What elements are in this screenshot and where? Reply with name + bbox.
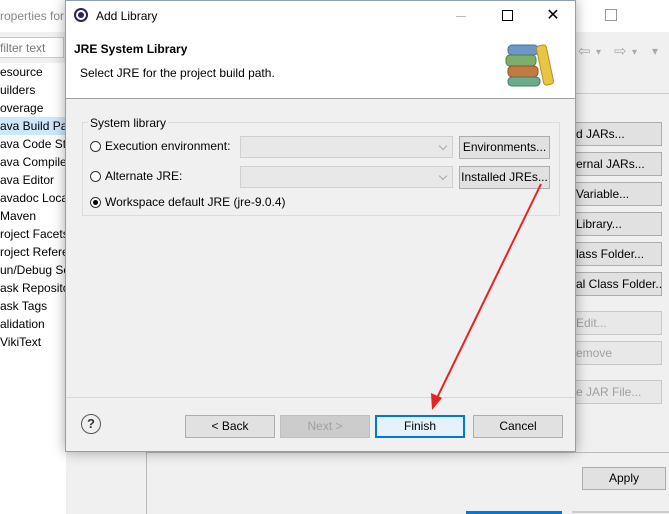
- forward-arrow-icon[interactable]: ⇨: [614, 42, 627, 60]
- cancel-button[interactable]: Cancel: [473, 415, 563, 438]
- tree-item-java-build-path[interactable]: ava Build Pat: [0, 117, 71, 135]
- tree-item-run-debug-settings[interactable]: un/Debug Se: [0, 261, 70, 279]
- divider: [66, 98, 575, 99]
- remove-button[interactable]: emove: [576, 341, 662, 365]
- alternate-jre-select[interactable]: [240, 166, 453, 188]
- filter-placeholder: filter text: [0, 41, 46, 55]
- add-jars-button[interactable]: d JARs...: [576, 122, 662, 146]
- back-dropdown-icon[interactable]: ▾: [596, 47, 601, 58]
- eclipse-icon: [74, 8, 88, 22]
- alternate-jre-label[interactable]: Alternate JRE:: [105, 169, 182, 183]
- divider: [576, 93, 669, 94]
- close-button[interactable]: ✕: [530, 1, 576, 31]
- divider: [146, 452, 669, 453]
- help-icon[interactable]: ?: [81, 414, 101, 434]
- execution-environment-radio[interactable]: [90, 141, 101, 152]
- add-external-class-folder-button[interactable]: al Class Folder...: [576, 272, 662, 296]
- tree-item-java-editor[interactable]: ava Editor: [0, 171, 54, 189]
- tree-item-project-references[interactable]: roject Refere: [0, 243, 69, 261]
- divider: [66, 397, 575, 398]
- tree-item-task-repository[interactable]: ask Reposito: [0, 279, 69, 297]
- divider: [146, 452, 147, 514]
- tree-item-builders[interactable]: uilders: [0, 81, 35, 99]
- finish-button[interactable]: Finish: [375, 415, 465, 438]
- properties-tree: esource uilders overage ava Build Pat av…: [0, 63, 72, 514]
- library-books-icon: [505, 44, 554, 87]
- back-button[interactable]: < Back: [185, 415, 275, 438]
- view-menu-icon[interactable]: ▾: [652, 44, 658, 58]
- tree-item-coverage[interactable]: overage: [0, 99, 43, 117]
- tree-item-wikitext[interactable]: VikiText: [0, 333, 41, 351]
- add-library-dialog: Add Library ✕ JRE System Library Select …: [65, 0, 576, 452]
- tree-item-javadoc-location[interactable]: avadoc Locat: [0, 189, 71, 207]
- add-class-folder-button[interactable]: lass Folder...: [576, 242, 662, 266]
- tree-item-validation[interactable]: alidation: [0, 315, 45, 333]
- alternate-jre-radio[interactable]: [90, 171, 101, 182]
- add-library-button[interactable]: Library...: [576, 212, 662, 236]
- forward-dropdown-icon[interactable]: ▾: [632, 47, 637, 58]
- system-library-group-label: System library: [88, 116, 169, 130]
- next-button[interactable]: Next >: [280, 415, 370, 438]
- execution-environment-label[interactable]: Execution environment:: [105, 139, 230, 153]
- dialog-title: Add Library: [96, 9, 158, 23]
- workspace-default-jre-label[interactable]: Workspace default JRE (jre-9.0.4): [105, 195, 286, 209]
- tree-item-resource[interactable]: esource: [0, 63, 43, 81]
- properties-window-title: roperties for: [0, 9, 65, 23]
- filter-input[interactable]: filter text: [0, 37, 64, 58]
- maximize-icon[interactable]: [605, 9, 617, 21]
- edit-button[interactable]: Edit...: [576, 311, 662, 335]
- dialog-titlebar[interactable]: Add Library ✕: [66, 1, 575, 31]
- tree-item-java-compiler[interactable]: ava Compile: [0, 153, 67, 171]
- tree-item-project-facets[interactable]: roject Facets: [0, 225, 69, 243]
- workspace-default-jre-radio[interactable]: [90, 197, 101, 208]
- page-title: JRE System Library: [74, 42, 188, 56]
- apply-button[interactable]: Apply: [582, 467, 666, 490]
- tree-item-maven[interactable]: Maven: [0, 207, 36, 225]
- cancel-button-edge[interactable]: [572, 511, 669, 513]
- add-variable-button[interactable]: Variable...: [576, 182, 662, 206]
- dialog-header: JRE System Library Select JRE for the pr…: [66, 31, 575, 98]
- environments-button[interactable]: Environments...: [459, 136, 550, 159]
- tree-item-task-tags[interactable]: ask Tags: [0, 297, 47, 315]
- add-external-jars-button[interactable]: ernal JARs...: [576, 152, 662, 176]
- tree-item-java-code-style[interactable]: ava Code Sty: [0, 135, 72, 153]
- execution-environment-select[interactable]: [240, 136, 453, 158]
- maximize-button[interactable]: [484, 1, 530, 31]
- page-description: Select JRE for the project build path.: [80, 66, 275, 80]
- migrate-jar-file-button[interactable]: e JAR File...: [576, 380, 662, 404]
- installed-jres-button[interactable]: Installed JREs...: [459, 166, 550, 189]
- back-arrow-icon[interactable]: ⇦: [578, 42, 591, 60]
- minimize-button[interactable]: [438, 1, 484, 31]
